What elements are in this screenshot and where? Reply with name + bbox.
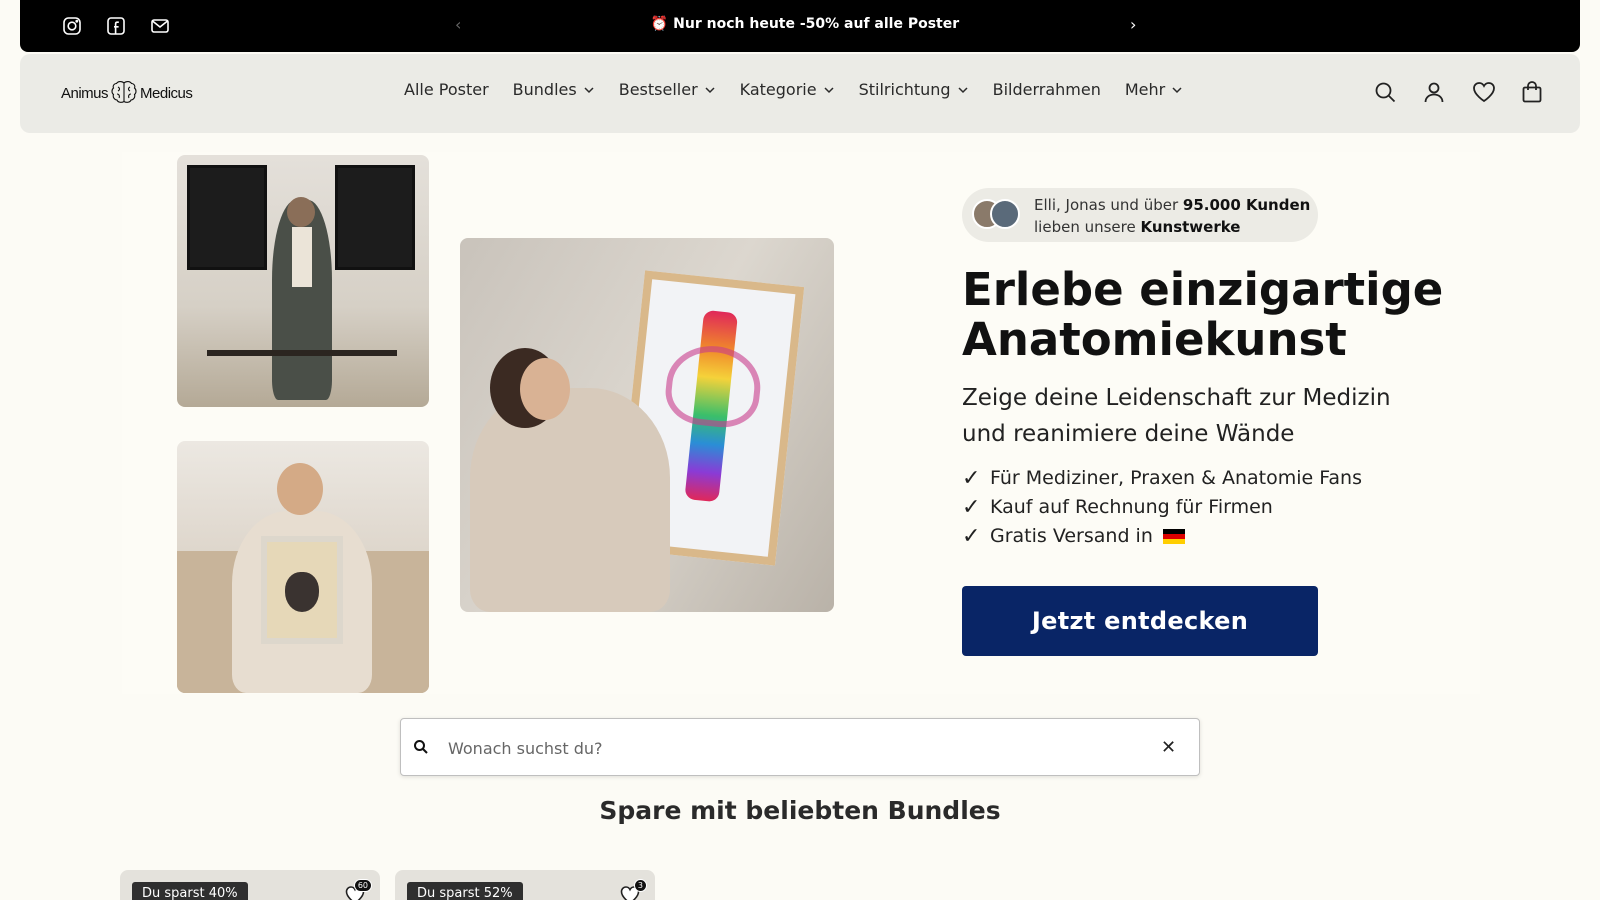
nav-item-bundles[interactable]: Bundles: [513, 80, 595, 99]
nav-label: Stilrichtung: [858, 80, 951, 99]
nav-item-mehr[interactable]: Mehr: [1125, 80, 1183, 99]
logo-text-left: Animus: [61, 84, 109, 102]
bundle-card[interactable]: Du sparst 52% 3: [395, 870, 655, 900]
feature-text: Für Mediziner, Praxen & Anatomie Fans: [990, 467, 1362, 489]
social-proof-line1: Elli, Jonas und über: [1034, 196, 1183, 214]
social-proof-text: Elli, Jonas und über 95.000 Kunden liebe…: [1034, 194, 1310, 238]
germany-flag-icon: [1162, 529, 1185, 544]
wishlist-count: 60: [353, 879, 372, 892]
heart-illustration: [285, 572, 319, 612]
bundle-card[interactable]: Du sparst 40% 60: [120, 870, 380, 900]
logo-text-right: Medicus: [140, 84, 193, 102]
discount-badge: Du sparst 40%: [132, 882, 248, 900]
main-nav: Alle Poster Bundles Bestseller Kategorie…: [404, 80, 1183, 99]
wishlist-count: 3: [633, 879, 647, 892]
chevron-down-icon: [1172, 86, 1182, 93]
hero-title-line2: Anatomiekunst: [962, 313, 1347, 366]
nav-label: Bilderrahmen: [992, 80, 1101, 99]
chevron-down-icon: [705, 86, 715, 93]
facebook-icon[interactable]: [104, 14, 128, 38]
wishlist-icon[interactable]: [1471, 80, 1497, 106]
discount-badge: Du sparst 52%: [407, 882, 523, 900]
announcement-next-button[interactable]: ›: [1130, 15, 1136, 34]
hero-section: Elli, Jonas und über 95.000 Kunden liebe…: [122, 152, 1480, 694]
search-input[interactable]: [448, 733, 1138, 763]
chevron-down-icon: [958, 86, 968, 93]
site-logo[interactable]: Animus Medicus: [61, 80, 193, 106]
nav-label: Alle Poster: [404, 80, 489, 99]
person-head: [277, 463, 323, 515]
feature-text: Kauf auf Rechnung für Firmen: [990, 496, 1273, 518]
ribcage-illustration: [662, 341, 765, 431]
checkmark-icon: ✓: [962, 495, 981, 520]
chevron-down-icon: [824, 86, 834, 93]
announcement-message: ⏰ Nur noch heute -50% auf alle Poster: [650, 16, 960, 32]
nav-label: Mehr: [1124, 80, 1166, 99]
feature-item: ✓ Gratis Versand in: [962, 522, 1362, 551]
person-figure: [470, 388, 670, 612]
search-icon: [414, 740, 428, 754]
poster-frame: [187, 165, 267, 270]
hero-image-man-with-anatomy-posters: [177, 155, 429, 407]
checkmark-icon: ✓: [962, 466, 981, 491]
bundles-section-title: Spare mit beliebten Bundles: [599, 796, 1001, 825]
hero-title-line1: Erlebe einzigartige: [962, 263, 1444, 316]
site-header: Animus Medicus Alle Poster Bundles Bests…: [20, 54, 1580, 133]
instagram-icon[interactable]: [60, 14, 84, 38]
nav-item-bilderrahmen[interactable]: Bilderrahmen: [993, 80, 1101, 99]
hero-title: Erlebe einzigartige Anatomiekunst: [962, 265, 1462, 365]
search-icon[interactable]: [1373, 80, 1399, 106]
feature-list: ✓ Für Mediziner, Praxen & Anatomie Fans ✓…: [962, 464, 1362, 551]
social-proof-highlight: Kunstwerke: [1140, 218, 1241, 236]
customer-avatars: [972, 199, 1024, 231]
hero-subtitle-line1: Zeige deine Leidenschaft zur Medizin: [962, 385, 1391, 411]
social-links: [60, 14, 172, 38]
customer-count: 95.000 Kunden: [1182, 196, 1311, 214]
nav-item-alle-poster[interactable]: Alle Poster: [404, 80, 489, 99]
nav-item-bestseller[interactable]: Bestseller: [619, 80, 716, 99]
poster-frame: [335, 165, 415, 270]
feature-item: ✓ Für Mediziner, Praxen & Anatomie Fans: [962, 464, 1362, 493]
announcement-prev-button[interactable]: ‹: [455, 15, 461, 34]
social-proof-line2: lieben unsere: [1034, 218, 1141, 236]
nav-item-kategorie[interactable]: Kategorie: [740, 80, 835, 99]
avatar: [990, 199, 1020, 229]
hero-subtitle-line2: und reanimiere deine Wände: [962, 421, 1295, 447]
social-proof-badge: Elli, Jonas und über 95.000 Kunden liebe…: [962, 188, 1318, 242]
account-icon[interactable]: [1422, 80, 1448, 106]
cart-icon[interactable]: [1520, 80, 1546, 106]
hero-image-woman-with-heart-poster: [177, 441, 429, 693]
table-top: [207, 350, 397, 356]
nav-label: Bundles: [512, 80, 577, 99]
chevron-down-icon: [584, 86, 594, 93]
person-shirt: [292, 227, 312, 287]
feature-item: ✓ Kauf auf Rechnung für Firmen: [962, 493, 1362, 522]
announcement-bar: ‹ ⏰ Nur noch heute -50% auf alle Poster …: [20, 0, 1580, 52]
heart-poster: [261, 536, 343, 644]
nav-label: Bestseller: [618, 80, 698, 99]
hero-subtitle: Zeige deine Leidenschaft zur Medizin und…: [962, 380, 1442, 452]
hero-image-woman-hanging-spine-poster: [460, 238, 834, 612]
nav-item-stilrichtung[interactable]: Stilrichtung: [859, 80, 969, 99]
mail-icon[interactable]: [148, 14, 172, 38]
checkmark-icon: ✓: [962, 524, 981, 549]
search-bar: ✕: [400, 718, 1200, 776]
brain-logo-icon: [111, 81, 137, 103]
person-face: [520, 358, 570, 420]
header-actions: [1373, 80, 1546, 106]
nav-label: Kategorie: [739, 80, 817, 99]
person-head: [287, 197, 315, 227]
clear-search-button[interactable]: ✕: [1161, 737, 1176, 758]
discover-button[interactable]: Jetzt entdecken: [962, 586, 1318, 656]
feature-text: Gratis Versand in: [990, 525, 1153, 547]
